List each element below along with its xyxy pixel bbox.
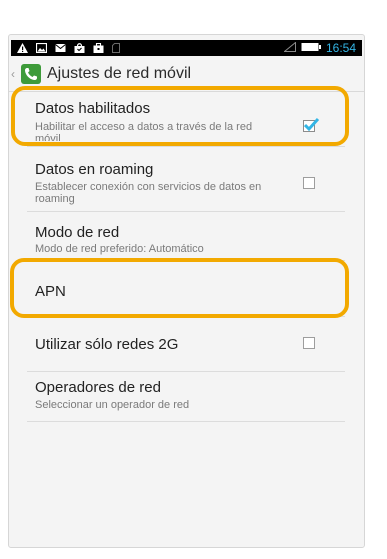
picture-icon (36, 43, 47, 53)
setting-item-operadores-de-red[interactable]: Operadores de red Seleccionar un operado… (27, 372, 345, 422)
setting-title: Operadores de red (35, 379, 161, 396)
setting-item-datos-habilitados[interactable]: Datos habilitados Habilitar el acceso a … (27, 95, 345, 147)
datos-habilitados-checkbox[interactable] (303, 118, 320, 132)
setting-title: Datos en roaming (35, 161, 154, 178)
sd-card-icon (112, 43, 120, 53)
setting-subtitle: Habilitar el acceso a datos a través de … (35, 121, 253, 141)
briefcase-icon (93, 43, 104, 53)
battery-icon (301, 39, 321, 57)
checkmark-icon (304, 118, 320, 132)
up-navigation-caret-icon[interactable]: ‹ (9, 67, 21, 81)
phone-icon[interactable] (21, 64, 41, 84)
setting-item-apn[interactable]: APN (27, 261, 345, 317)
setting-item-modo-de-red[interactable]: Modo de red Modo de red preferido: Autom… (27, 212, 345, 261)
warning-icon (17, 43, 28, 53)
setting-item-utilizar-solo-redes-2g[interactable]: Utilizar sólo redes 2G (27, 317, 345, 372)
setting-title: Datos habilitados (35, 100, 151, 117)
redes-2g-checkbox[interactable] (303, 337, 315, 349)
shopping-bag-icon (74, 43, 85, 53)
setting-item-datos-en-roaming[interactable]: Datos en roaming Establecer conexión con… (27, 147, 345, 212)
setting-subtitle: Establecer conexión con servicios de dat… (35, 181, 262, 205)
setting-subtitle: Seleccionar un operador de red (35, 399, 190, 411)
status-bar-clock: 16:54 (325, 41, 356, 55)
status-bar-notification-icons (11, 43, 120, 53)
action-bar: ‹ Ajustes de red móvil (9, 57, 364, 92)
datos-en-roaming-checkbox[interactable] (303, 177, 315, 189)
setting-subtitle: Modo de red preferido: Automático (35, 243, 204, 255)
phone-screen: 16:54 ‹ Ajustes de red móvil Datos habil… (8, 34, 365, 548)
action-bar-title: Ajustes de red móvil (47, 65, 192, 82)
signal-icon (283, 39, 296, 57)
status-bar: 16:54 (11, 40, 362, 56)
setting-title: APN (35, 283, 66, 300)
mail-icon (55, 43, 66, 53)
status-bar-system-icons: 16:54 (283, 39, 362, 57)
setting-title: Modo de red (35, 224, 120, 241)
setting-title: Utilizar sólo redes 2G (35, 336, 179, 353)
